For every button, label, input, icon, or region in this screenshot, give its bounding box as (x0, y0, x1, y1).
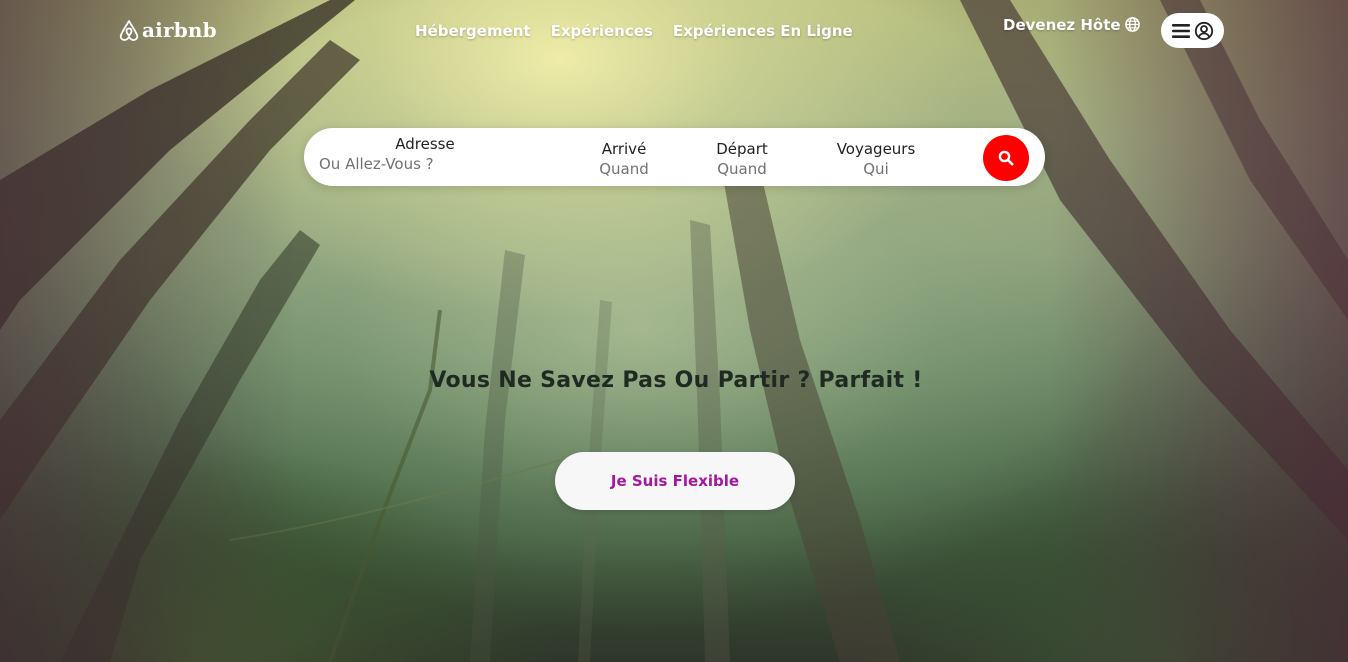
arrival-value: Quand (599, 160, 649, 178)
hamburger-icon (1172, 23, 1190, 38)
main-nav: Hébergement Expériences Expériences En L… (415, 22, 853, 40)
globe-icon[interactable] (1124, 16, 1141, 33)
search-bar: Adresse Ou Allez-Vous ? Arrivé Quand Dép… (304, 128, 1045, 186)
nav-link-experiences-en-ligne[interactable]: Expériences En Ligne (673, 22, 853, 40)
address-label: Adresse (395, 135, 455, 153)
departure-field[interactable]: Départ Quand (692, 139, 792, 179)
nav-link-experiences[interactable]: Expériences (551, 22, 653, 40)
airbnb-logo[interactable]: airbnb (118, 18, 217, 42)
user-menu-button[interactable] (1161, 13, 1224, 48)
address-placeholder: Ou Allez-Vous ? (319, 155, 434, 173)
travelers-field[interactable]: Voyageurs Qui (816, 139, 936, 179)
logo-text: airbnb (142, 18, 217, 42)
flexible-button[interactable]: Je Suis Flexible (555, 452, 795, 510)
arrival-label: Arrivé (601, 140, 647, 158)
travelers-label: Voyageurs (836, 140, 916, 158)
user-circle-icon (1194, 21, 1214, 40)
airbnb-mark-icon (119, 20, 139, 41)
forest-illustration (0, 0, 1348, 662)
travelers-value: Qui (863, 160, 889, 178)
hero-headline: Vous Ne Savez Pas Ou Partir ? Parfait ! (0, 368, 1348, 393)
address-field[interactable]: Adresse Ou Allez-Vous ? (319, 134, 529, 174)
search-button[interactable] (983, 135, 1029, 181)
hero-headline-text: Vous Ne Savez Pas Ou Partir ? Parfait ! (429, 368, 923, 393)
hero-background: airbnb Hébergement Expériences Expérienc… (0, 0, 1348, 662)
arrival-field[interactable]: Arrivé Quand (574, 139, 674, 179)
become-host-link[interactable]: Devenez Hôte (1003, 16, 1121, 34)
departure-label: Départ (716, 140, 768, 158)
search-icon (998, 150, 1014, 166)
nav-link-hebergement[interactable]: Hébergement (415, 22, 531, 40)
departure-value: Quand (717, 160, 767, 178)
